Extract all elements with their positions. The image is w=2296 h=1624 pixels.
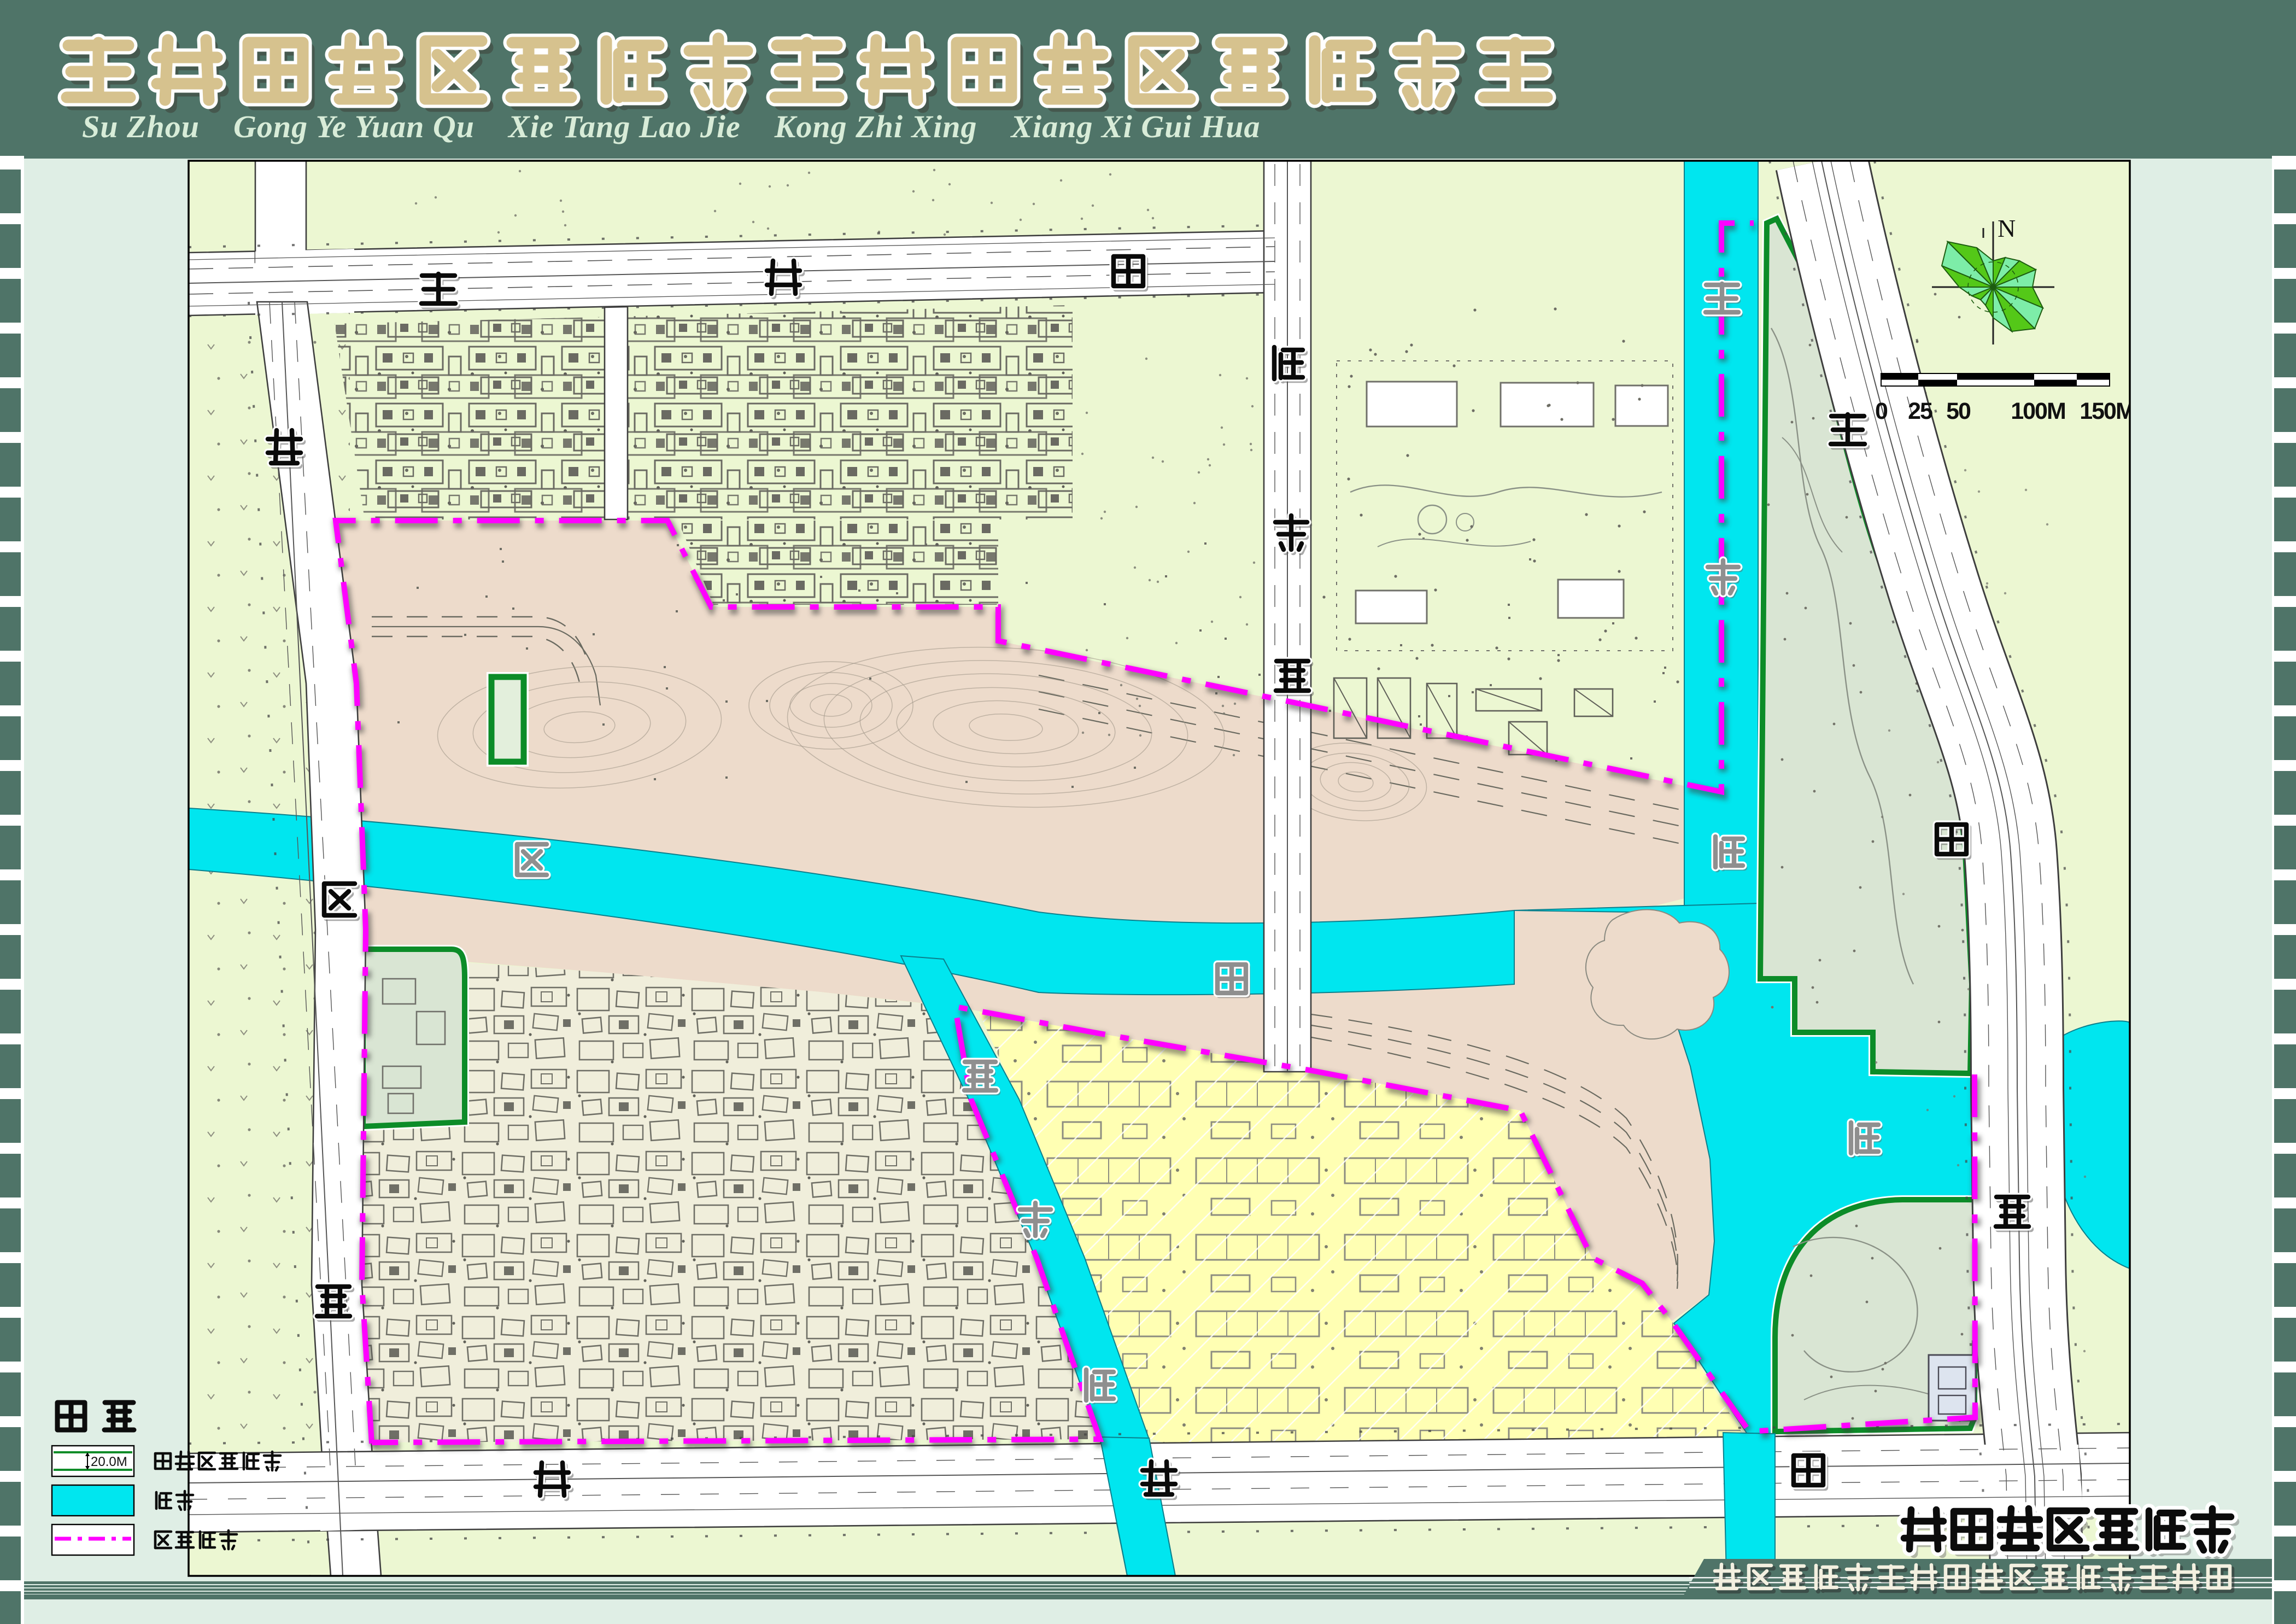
svg-text:50: 50 xyxy=(1946,398,1971,424)
svg-text:0: 0 xyxy=(1875,398,1888,424)
svg-text:25: 25 xyxy=(1908,398,1932,424)
svg-text:N: N xyxy=(1998,214,2016,242)
svg-text:150M: 150M xyxy=(2080,398,2134,424)
svg-text:20.0M: 20.0M xyxy=(91,1454,127,1469)
svg-text:100M: 100M xyxy=(2011,398,2065,424)
